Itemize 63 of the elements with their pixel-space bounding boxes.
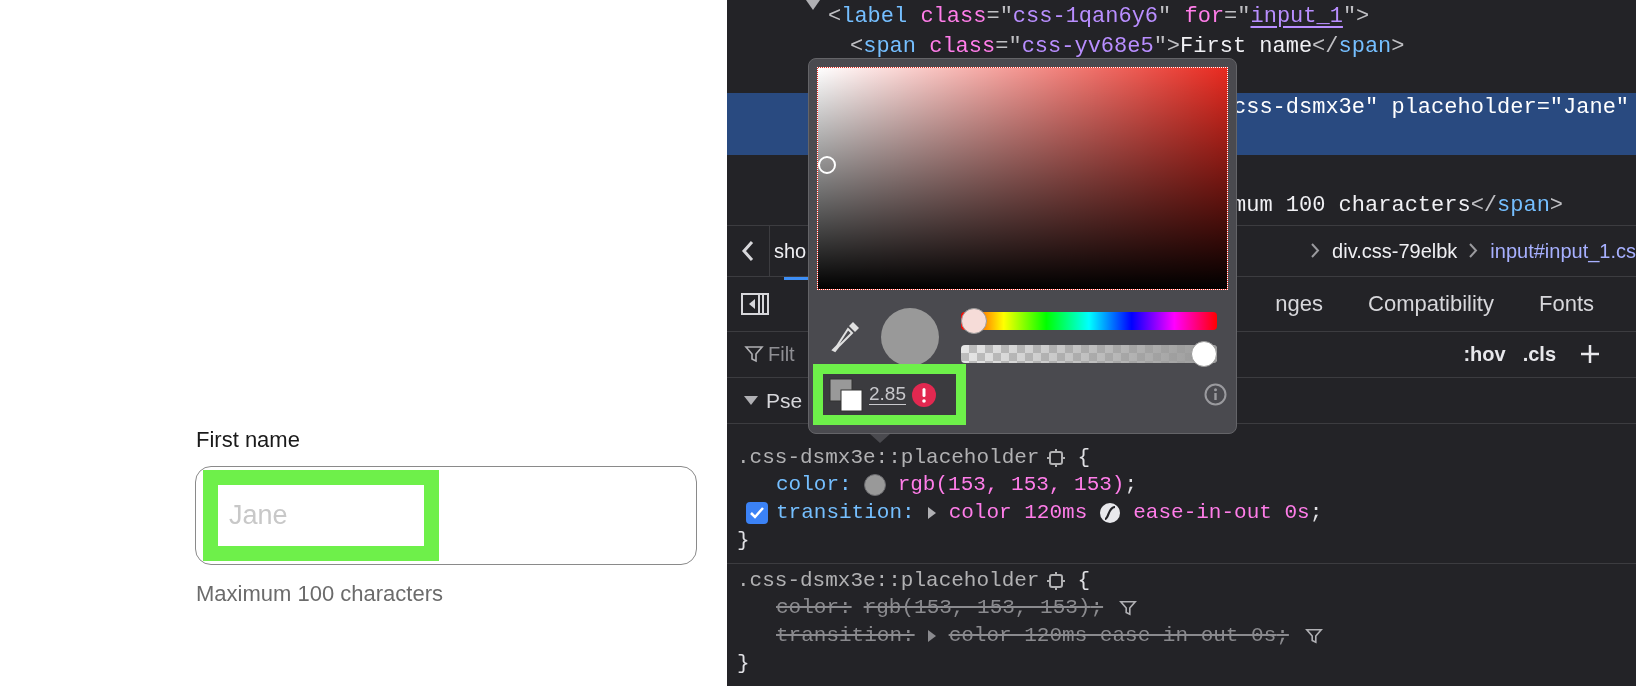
slider-thumb[interactable]: [1191, 340, 1217, 367]
breadcrumb-item[interactable]: div.css-79elbk: [1332, 235, 1458, 266]
code-line: <label class="css-1qan6y6" for="input_1">: [828, 3, 1370, 31]
css-value: rgb(153, 153, 153): [863, 595, 1091, 622]
semicolon: ;: [1124, 472, 1138, 499]
easing-curve-icon[interactable]: [1099, 502, 1122, 524]
filter-icon: [744, 344, 764, 365]
semicolon: ;: [1309, 500, 1323, 527]
color-gradient[interactable]: [817, 67, 1228, 290]
chevron-right-icon: [1311, 243, 1321, 259]
filter-field[interactable]: Filt: [768, 339, 795, 370]
css-property: transition:: [776, 623, 915, 650]
brace: {: [1077, 445, 1091, 472]
expand-triangle-icon[interactable]: [806, 0, 820, 10]
css-value: rgb(153, 153, 153): [897, 472, 1125, 499]
contrast-swatches-icon: [829, 377, 863, 412]
target-icon[interactable]: [1047, 572, 1066, 590]
css-value: ease-in-out 0s: [1133, 500, 1310, 527]
css-property: color:: [776, 472, 852, 499]
info-icon[interactable]: [1204, 383, 1227, 406]
field-label: First name: [196, 426, 300, 454]
css-selector: .css-dsmx3e::placeholder: [737, 568, 1040, 595]
filter-icon[interactable]: [1119, 599, 1138, 617]
css-property: color:: [776, 595, 852, 622]
expand-triangle-icon[interactable]: [926, 506, 937, 520]
css-value: color 120ms ease-in-out 0s: [948, 623, 1277, 650]
code-line: css-dsmx3e" placeholder="Jane": [1233, 94, 1630, 122]
color-handle[interactable]: [818, 156, 836, 174]
checkbox[interactable]: [746, 502, 768, 524]
active-tab-indicator: [784, 276, 810, 280]
expand-triangle-icon[interactable]: [926, 629, 937, 643]
hint-text: Maximum 100 characters: [196, 580, 443, 608]
color-swatch[interactable]: [863, 474, 886, 496]
css-selector: .css-dsmx3e::placeholder: [737, 445, 1040, 472]
tab[interactable]: nges: [1275, 287, 1324, 321]
breadcrumb-item[interactable]: sho: [774, 235, 807, 266]
filter-icon[interactable]: [1304, 627, 1323, 645]
css-property: transition:: [776, 500, 915, 527]
tab[interactable]: Fonts: [1538, 287, 1594, 321]
eyedropper-icon[interactable]: [831, 320, 861, 354]
chevron-left-icon: [741, 239, 755, 262]
target-icon[interactable]: [1047, 449, 1066, 467]
chevron-right-icon: [1469, 243, 1479, 259]
brace: {: [1077, 568, 1091, 595]
breadcrumb-item[interactable]: input#input_1.cs: [1490, 235, 1636, 266]
brace: }: [737, 651, 750, 678]
add-icon[interactable]: [1580, 344, 1600, 365]
tab[interactable]: Compatibility: [1368, 287, 1494, 321]
checkmark-icon: [750, 507, 764, 519]
code-line: <span class="css-yv68e5">First name</span>: [850, 33, 1405, 61]
contrast-ratio: 2.85: [869, 382, 906, 407]
node-row[interactable]: <label class="css-1qan6y6" for="input_1">: [727, 0, 1636, 30]
toolbar-button[interactable]: :hov: [1463, 339, 1506, 370]
warning-icon: [912, 382, 936, 407]
node-row[interactable]: <span class="css-yv68e5">First name</span>: [727, 30, 1636, 60]
toolbar-button[interactable]: .cls: [1522, 339, 1556, 370]
semicolon: ;: [1276, 623, 1289, 650]
section-title: Pse: [766, 387, 803, 414]
css-value: color 120ms: [948, 500, 1088, 527]
sidebar-toggle-icon[interactable]: [741, 292, 769, 315]
brace: }: [737, 528, 750, 555]
semicolon: ;: [1090, 595, 1104, 622]
slider-thumb[interactable]: [961, 307, 987, 334]
